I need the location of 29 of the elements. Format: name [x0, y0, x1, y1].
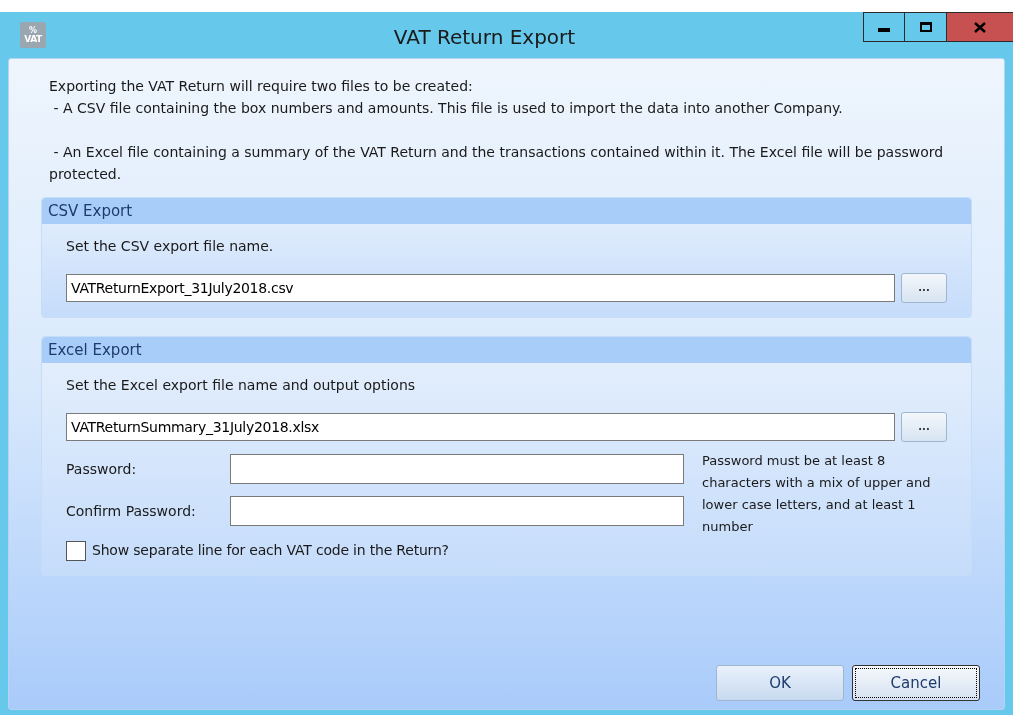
excel-instruction: Set the Excel export file name and output options — [66, 376, 417, 395]
maximize-button[interactable] — [905, 12, 947, 42]
maximize-icon — [919, 22, 932, 32]
intro-text: - A CSV file containing the box numbers and amounts. This file is used to import the data into another Company. — [52, 99, 844, 118]
group-title: Excel Export — [48, 339, 142, 361]
password-field[interactable] — [230, 496, 684, 526]
window-title: VAT Return Export — [393, 24, 576, 51]
group-title: CSV Export — [48, 200, 133, 222]
csv-instruction: Set the CSV export file name. — [66, 237, 275, 256]
minimize-icon — [878, 28, 890, 32]
excel-file-field[interactable]: VATReturnSummary_31July2018.xlsx — [66, 413, 895, 441]
dialog-button[interactable]: OK — [716, 665, 844, 701]
password-field[interactable] — [230, 454, 684, 484]
password-hint: Password must be at least 8 characters with a mix of upper and lower case letters, and at least 1 number — [702, 452, 932, 536]
app-icon-symbol: % — [29, 26, 37, 35]
checkbox[interactable] — [66, 540, 86, 561]
browse-button[interactable]: ... — [901, 273, 947, 303]
browse-button[interactable]: ... — [901, 412, 947, 442]
app-icon-label: VAT — [24, 34, 42, 44]
intro-text: - An Excel file containing a summary of the VAT Return and the transactions contained within it. The Excel file will be password protected. — [49, 143, 945, 184]
csv-file-field[interactable]: VATReturnExport_31July2018.csv — [66, 274, 895, 302]
minimize-button[interactable] — [863, 12, 905, 42]
field-label: Password: — [66, 459, 138, 479]
checkbox-label: Show separate line for each VAT code in the Return? — [92, 541, 449, 560]
intro-heading: Exporting the VAT Return will require two files to be created: — [49, 77, 474, 96]
close-icon — [974, 21, 986, 33]
field-label: Confirm Password: — [66, 501, 197, 521]
close-button[interactable] — [947, 12, 1013, 42]
dialog-button[interactable]: Cancel — [852, 665, 980, 701]
